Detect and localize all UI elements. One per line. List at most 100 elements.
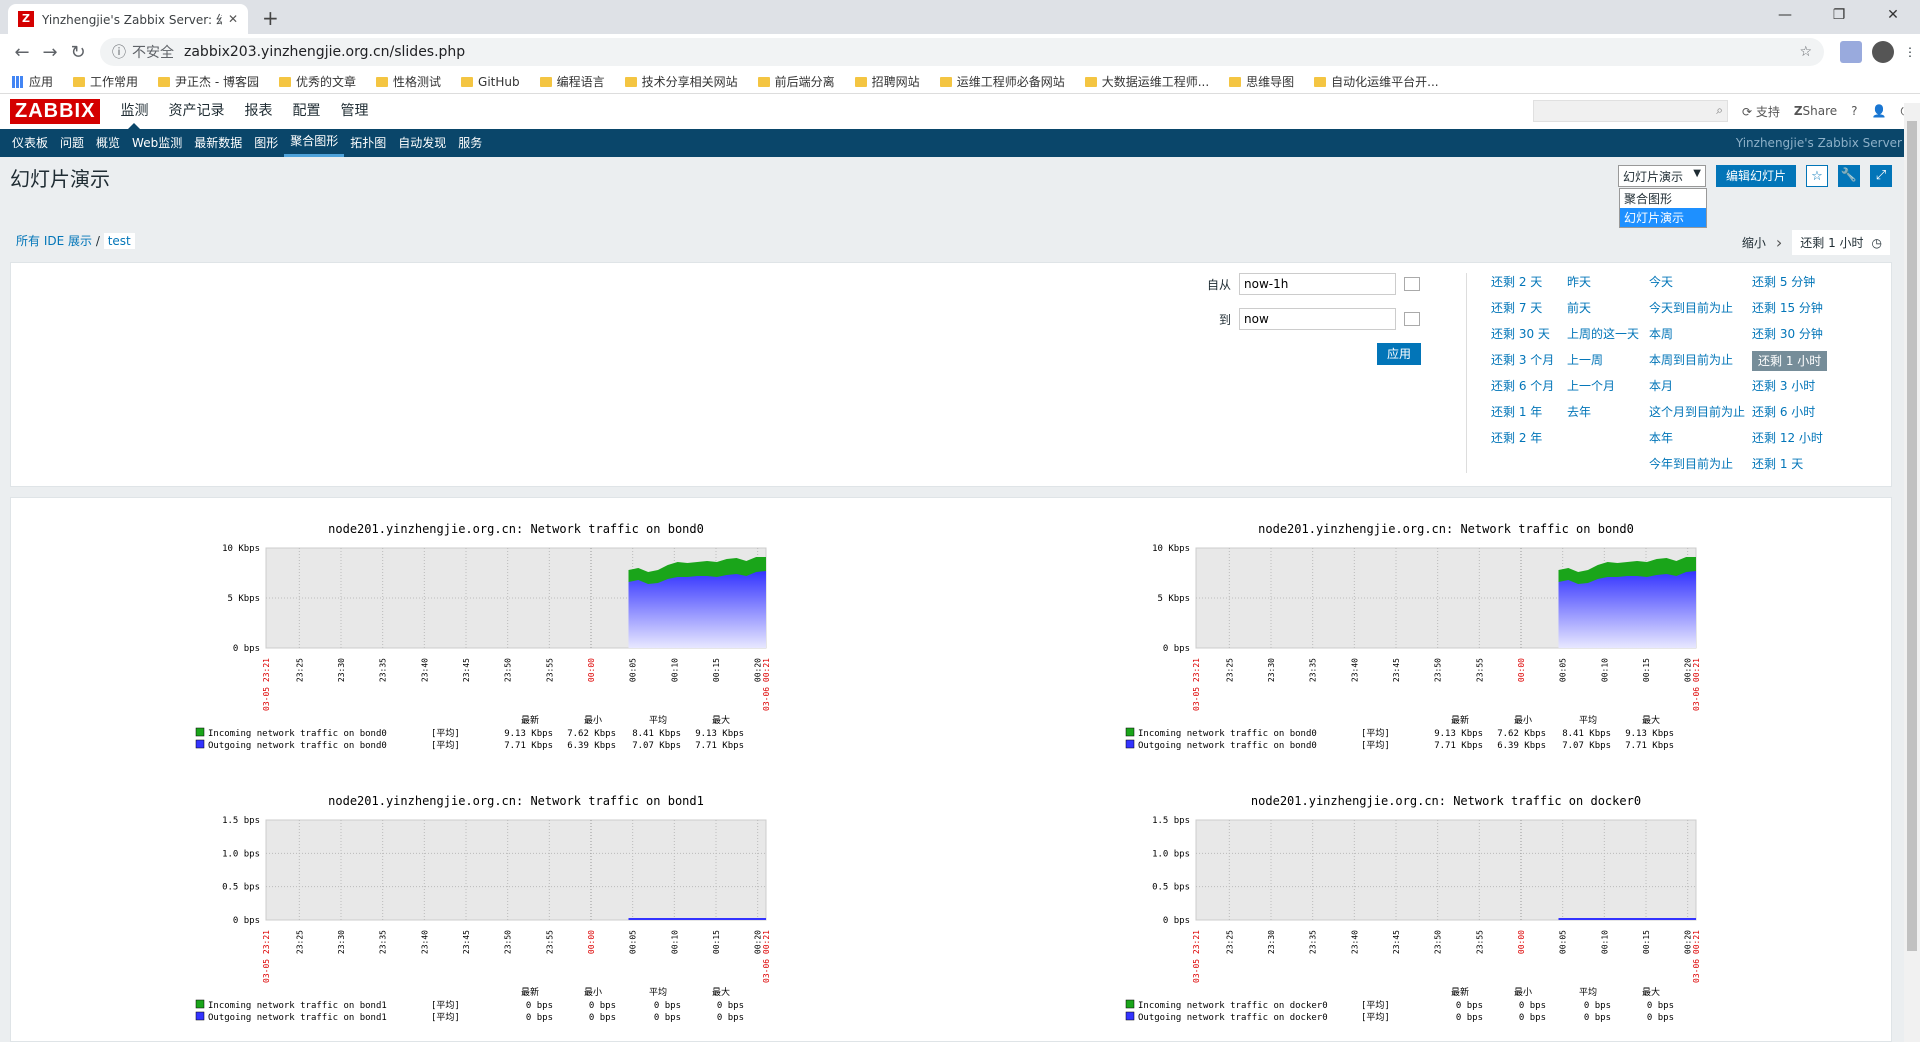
bookmark-item[interactable]: 招聘网站	[854, 73, 920, 90]
sub-menu-item[interactable]: 聚合图形	[284, 129, 345, 157]
browser-tab[interactable]: Z Yinzhengjie's Zabbix Server: 幻 ✕	[8, 4, 248, 34]
breadcrumb-root[interactable]: 所有 IDE 展示	[16, 234, 92, 248]
profile-avatar-icon[interactable]	[1872, 41, 1894, 63]
slide-type-select[interactable]: 幻灯片演示 ▼ 聚合图形 幻灯片演示	[1617, 165, 1707, 228]
reload-icon[interactable]: ↻	[64, 42, 92, 63]
time-tab[interactable]: 还剩 1 小时 ◷	[1792, 230, 1890, 255]
graph[interactable]: node201.yinzhengjie.org.cn: Network traf…	[11, 498, 911, 768]
quick-range-link[interactable]: 还剩 30 天	[1491, 325, 1554, 351]
sub-menu-item[interactable]: Web监测	[126, 129, 188, 157]
sub-menu-item[interactable]: 拓扑图	[344, 129, 392, 157]
quick-range-link[interactable]: 上周的这一天	[1567, 325, 1639, 351]
sub-menu-item[interactable]: 问题	[54, 129, 90, 157]
graph[interactable]: node201.yinzhengjie.org.cn: Network traf…	[941, 498, 1841, 768]
top-menu-item[interactable]: 监测	[110, 94, 158, 129]
fullscreen-icon[interactable]: ⤢	[1870, 165, 1892, 187]
sub-menu-item[interactable]: 图形	[248, 129, 284, 157]
quick-range-link[interactable]: 本周	[1649, 325, 1745, 351]
close-tab-icon[interactable]: ✕	[228, 12, 238, 26]
quick-range-link[interactable]: 本年	[1649, 429, 1745, 455]
help-icon[interactable]: ?	[1851, 104, 1857, 118]
close-window-icon[interactable]: ✕	[1866, 0, 1920, 30]
select-option[interactable]: 幻灯片演示	[1619, 208, 1706, 227]
new-tab-icon[interactable]: +	[262, 6, 279, 30]
bookmark-item[interactable]: 优秀的文章	[279, 73, 356, 90]
scrollbar[interactable]	[1904, 103, 1920, 1042]
quick-range-link[interactable]: 本月	[1649, 377, 1745, 403]
top-menu-item[interactable]: 报表	[234, 94, 282, 129]
quick-range-link[interactable]: 还剩 12 小时	[1752, 429, 1827, 455]
bookmark-item[interactable]: 技术分享相关网站	[624, 73, 738, 90]
sub-menu-item[interactable]: 仪表板	[6, 129, 54, 157]
quick-range-link[interactable]: 去年	[1567, 403, 1639, 429]
apply-button[interactable]: 应用	[1377, 343, 1422, 365]
url-omnibox[interactable]: ⓘ 不安全 zabbix203.yinzhengjie.org.cn/slide…	[100, 38, 1824, 66]
quick-range-link[interactable]: 还剩 2 天	[1491, 273, 1554, 299]
sub-menu-item[interactable]: 服务	[452, 129, 488, 157]
quick-range-link[interactable]: 还剩 1 小时	[1752, 351, 1828, 371]
sub-menu-item[interactable]: 最新数据	[188, 129, 248, 157]
bookmark-item[interactable]: 编程语言	[539, 73, 605, 90]
favourite-star-icon[interactable]: ☆	[1806, 165, 1828, 187]
share-link[interactable]: ZShare	[1794, 104, 1837, 118]
global-search-input[interactable]: ⌕	[1532, 100, 1728, 122]
quick-range-link[interactable]: 前天	[1567, 299, 1639, 325]
forward-icon[interactable]: →	[36, 42, 64, 63]
quick-range-link[interactable]: 今天	[1649, 273, 1745, 299]
bookmark-item[interactable]: GitHub	[461, 75, 520, 89]
quick-range-link[interactable]: 今天到目前为止	[1649, 299, 1745, 325]
sub-menu-item[interactable]: 自动发现	[392, 129, 452, 157]
wrench-icon[interactable]: 🔧	[1838, 165, 1860, 187]
scrollbar-thumb[interactable]	[1907, 121, 1917, 951]
quick-range-link[interactable]: 还剩 15 分钟	[1752, 299, 1827, 325]
user-profile-icon[interactable]: 👤	[1872, 104, 1887, 118]
url-text[interactable]: zabbix203.yinzhengjie.org.cn/slides.php	[184, 44, 1799, 60]
quick-range-link[interactable]: 还剩 7 天	[1491, 299, 1554, 325]
menu-dots-icon[interactable]: ⋮	[1904, 41, 1916, 63]
bookmark-item[interactable]: 自动化运维平台开...	[1314, 73, 1439, 90]
extension-icon[interactable]	[1840, 41, 1862, 63]
bookmark-item[interactable]: 思维导图	[1229, 73, 1294, 90]
bookmark-item[interactable]: 性格测试	[376, 73, 441, 90]
quick-range-link[interactable]: 还剩 3 个月	[1491, 351, 1554, 377]
breadcrumb-leaf[interactable]: test	[103, 233, 135, 249]
quick-range-link[interactable]: 这个月到目前为止	[1649, 403, 1745, 429]
bookmark-item[interactable]: 大数据运维工程师...	[1084, 73, 1209, 90]
info-icon[interactable]: ⓘ	[112, 42, 126, 62]
from-input[interactable]	[1239, 273, 1397, 295]
quick-range-link[interactable]: 还剩 5 分钟	[1752, 273, 1827, 299]
quick-range-link[interactable]: 今年到目前为止	[1649, 455, 1745, 481]
sub-menu-item[interactable]: 概览	[90, 129, 126, 157]
bookmark-item[interactable]: 应用	[12, 73, 53, 90]
maximize-icon[interactable]: ❐	[1812, 0, 1866, 30]
minimize-icon[interactable]: —	[1758, 0, 1812, 30]
quick-range-link[interactable]: 上一个月	[1567, 377, 1639, 403]
quick-range-link[interactable]: 还剩 30 分钟	[1752, 325, 1827, 351]
quick-range-link[interactable]: 还剩 1 天	[1752, 455, 1827, 481]
bookmark-item[interactable]: 尹正杰 - 博客园	[158, 73, 259, 90]
quick-range-link[interactable]: 还剩 2 年	[1491, 429, 1554, 455]
quick-range-link[interactable]: 上一周	[1567, 351, 1639, 377]
edit-slideshow-button[interactable]: 编辑幻灯片	[1715, 165, 1796, 187]
calendar-icon[interactable]	[1404, 277, 1421, 291]
bookmark-item[interactable]: 前后端分离	[757, 73, 835, 90]
quick-range-link[interactable]: 还剩 6 小时	[1752, 403, 1827, 429]
quick-range-link[interactable]: 还剩 1 年	[1491, 403, 1554, 429]
zoom-out-button[interactable]: 缩小	[1742, 234, 1766, 251]
bookmark-item[interactable]: 工作常用	[73, 73, 138, 90]
zabbix-logo[interactable]: ZABBIX	[10, 99, 101, 124]
top-menu-item[interactable]: 管理	[330, 94, 378, 129]
top-menu-item[interactable]: 配置	[282, 94, 330, 129]
back-icon[interactable]: ←	[8, 42, 36, 63]
graph[interactable]: node201.yinzhengjie.org.cn: Network traf…	[11, 770, 911, 1040]
search-icon[interactable]: ⌕	[1716, 103, 1723, 118]
select-option[interactable]: 聚合图形	[1620, 189, 1706, 208]
quick-range-link[interactable]: 本周到目前为止	[1649, 351, 1745, 377]
bookmark-star-icon[interactable]: ☆	[1799, 44, 1812, 60]
quick-range-link[interactable]: 昨天	[1567, 273, 1639, 299]
quick-range-link[interactable]: 还剩 6 个月	[1491, 377, 1554, 403]
to-input[interactable]	[1239, 308, 1397, 330]
support-link[interactable]: ⟳ 支持	[1742, 103, 1780, 120]
graph[interactable]: node201.yinzhengjie.org.cn: Network traf…	[941, 770, 1841, 1040]
calendar-icon[interactable]	[1404, 312, 1421, 326]
